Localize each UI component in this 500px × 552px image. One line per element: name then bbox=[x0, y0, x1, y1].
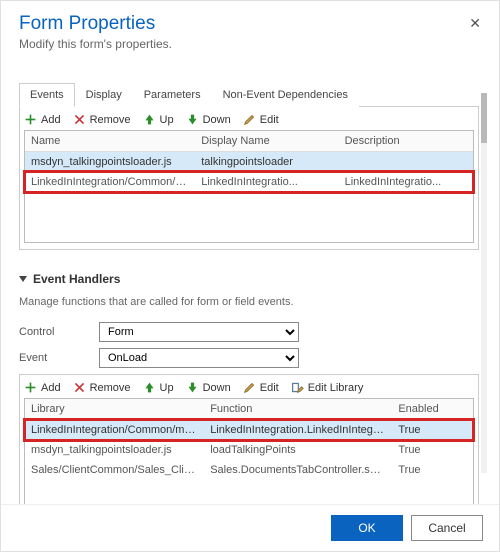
cancel-button[interactable]: Cancel bbox=[411, 515, 483, 541]
vertical-scrollbar[interactable] bbox=[481, 93, 487, 473]
event-row: Event OnLoad bbox=[19, 348, 479, 368]
tab-parameters[interactable]: Parameters bbox=[133, 83, 212, 107]
cell-func: loadTalkingPoints bbox=[204, 440, 392, 460]
dialog-header: Form Properties Modify this form's prope… bbox=[1, 1, 499, 59]
tab-strip: Events Display Parameters Non-Event Depe… bbox=[19, 82, 479, 107]
up-label: Up bbox=[160, 114, 174, 126]
table-row[interactable]: Sales/ClientCommon/Sales_ClientCom... Sa… bbox=[25, 460, 473, 480]
table-row-linkedin[interactable]: LinkedInIntegration/Common/msdyn_L... Li… bbox=[25, 172, 473, 192]
table-row[interactable]: msdyn_talkingpointsloader.js loadTalking… bbox=[25, 440, 473, 460]
edit-label: Edit bbox=[260, 382, 279, 394]
remove-button[interactable]: Remove bbox=[73, 381, 131, 394]
up-button[interactable]: Up bbox=[143, 381, 174, 394]
edit-label: Edit bbox=[260, 114, 279, 126]
chevron-down-icon bbox=[19, 276, 27, 282]
libraries-grid[interactable]: Name Display Name Description msdyn_talk… bbox=[25, 131, 473, 192]
cell-lib: msdyn_talkingpointsloader.js bbox=[25, 440, 204, 460]
table-row[interactable]: msdyn_talkingpointsloader.js talkingpoin… bbox=[25, 152, 473, 173]
arrow-up-icon bbox=[143, 113, 156, 126]
cell-enabled: True bbox=[392, 460, 473, 480]
x-icon bbox=[73, 113, 86, 126]
close-icon[interactable]: ✕ bbox=[469, 15, 481, 32]
col-display-name[interactable]: Display Name bbox=[195, 131, 338, 152]
down-label: Down bbox=[203, 114, 231, 126]
dialog-footer: OK Cancel bbox=[1, 504, 499, 551]
handlers-toolbar: Add Remove Up Down bbox=[20, 375, 478, 398]
control-row: Control Form bbox=[19, 322, 479, 342]
col-name[interactable]: Name bbox=[25, 131, 195, 152]
down-button[interactable]: Down bbox=[186, 381, 231, 394]
up-label: Up bbox=[160, 382, 174, 394]
edit-button[interactable]: Edit bbox=[243, 381, 279, 394]
arrow-down-icon bbox=[186, 113, 199, 126]
arrow-up-icon bbox=[143, 381, 156, 394]
edit-library-label: Edit Library bbox=[308, 382, 364, 394]
remove-label: Remove bbox=[90, 382, 131, 394]
event-label: Event bbox=[19, 352, 99, 364]
page-subtitle: Modify this form's properties. bbox=[19, 37, 481, 51]
form-properties-dialog: Form Properties Modify this form's prope… bbox=[0, 0, 500, 552]
scrollbar-thumb[interactable] bbox=[481, 93, 487, 143]
cell-enabled: True bbox=[392, 440, 473, 460]
remove-button[interactable]: Remove bbox=[73, 113, 131, 126]
cell-desc bbox=[339, 152, 473, 173]
arrow-down-icon bbox=[186, 381, 199, 394]
plus-icon bbox=[24, 113, 37, 126]
event-handlers-title: Event Handlers bbox=[33, 272, 120, 286]
ok-button[interactable]: OK bbox=[331, 515, 403, 541]
event-select[interactable]: OnLoad bbox=[99, 348, 299, 368]
cell-name: msdyn_talkingpointsloader.js bbox=[25, 152, 195, 173]
col-library[interactable]: Library bbox=[25, 399, 204, 420]
cell-func: Sales.DocumentsTabController.shouldS... bbox=[204, 460, 392, 480]
control-select[interactable]: Form bbox=[99, 322, 299, 342]
col-enabled[interactable]: Enabled bbox=[392, 399, 473, 420]
cell-display: talkingpointsloader bbox=[195, 152, 338, 173]
edit-button[interactable]: Edit bbox=[243, 113, 279, 126]
add-button[interactable]: Add bbox=[24, 381, 61, 394]
table-row-linkedin-handler[interactable]: LinkedInIntegration/Common/msdyn_L... Li… bbox=[25, 420, 473, 441]
tab-display[interactable]: Display bbox=[75, 83, 133, 107]
tab-non-event-deps[interactable]: Non-Event Dependencies bbox=[212, 83, 359, 107]
cell-lib: Sales/ClientCommon/Sales_ClientCom... bbox=[25, 460, 204, 480]
control-label: Control bbox=[19, 326, 99, 338]
page-title: Form Properties bbox=[19, 13, 481, 35]
down-label: Down bbox=[203, 382, 231, 394]
down-button[interactable]: Down bbox=[186, 113, 231, 126]
event-handlers-header[interactable]: Event Handlers bbox=[19, 272, 479, 286]
dialog-body: Events Display Parameters Non-Event Depe… bbox=[1, 59, 499, 504]
pencil-icon bbox=[243, 113, 256, 126]
add-button[interactable]: Add bbox=[24, 113, 61, 126]
library-pencil-icon bbox=[291, 381, 304, 394]
remove-label: Remove bbox=[90, 114, 131, 126]
add-label: Add bbox=[41, 382, 61, 394]
add-label: Add bbox=[41, 114, 61, 126]
cell-display: LinkedInIntegratio... bbox=[195, 172, 338, 192]
handlers-grid[interactable]: Library Function Enabled LinkedInIntegra… bbox=[25, 399, 473, 480]
cell-func: LinkedInIntegration.LinkedInIntegration.… bbox=[204, 420, 392, 441]
cell-desc: LinkedInIntegratio... bbox=[339, 172, 473, 192]
col-description[interactable]: Description bbox=[339, 131, 473, 152]
plus-icon bbox=[24, 381, 37, 394]
event-handlers-desc: Manage functions that are called for for… bbox=[19, 296, 479, 308]
cell-name: LinkedInIntegration/Common/msdyn_L... bbox=[25, 172, 195, 192]
cell-lib: LinkedInIntegration/Common/msdyn_L... bbox=[25, 420, 204, 441]
libraries-toolbar: Add Remove Up Down bbox=[20, 107, 478, 130]
up-button[interactable]: Up bbox=[143, 113, 174, 126]
edit-library-button[interactable]: Edit Library bbox=[291, 381, 364, 394]
cell-enabled: True bbox=[392, 420, 473, 441]
x-icon bbox=[73, 381, 86, 394]
col-function[interactable]: Function bbox=[204, 399, 392, 420]
pencil-icon bbox=[243, 381, 256, 394]
tab-events[interactable]: Events bbox=[19, 83, 75, 107]
